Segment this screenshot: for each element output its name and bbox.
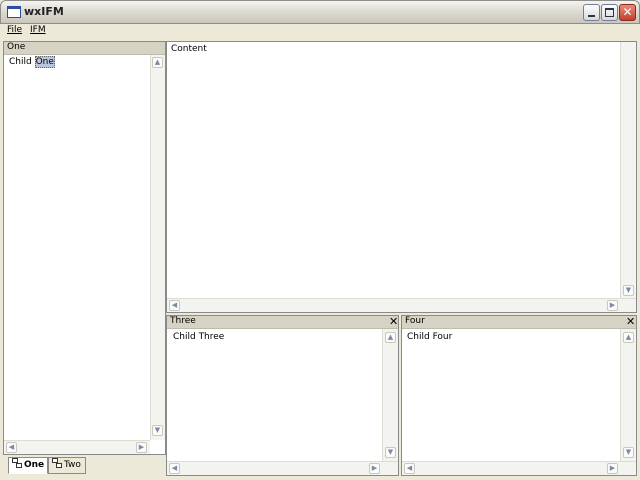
scroll-up-icon[interactable]: ▲ — [623, 332, 634, 343]
scroll-right-icon[interactable]: ▶ — [369, 463, 380, 474]
maximize-icon — [605, 8, 614, 17]
pane-one: One Child One ▲ ▼ ◀ ▶ — [3, 41, 166, 455]
close-icon[interactable]: ✕ — [389, 316, 398, 327]
menu-ifm[interactable]: IFM — [30, 25, 46, 35]
scroll-right-icon[interactable]: ▶ — [607, 300, 618, 311]
pane-content: Content ▼ ◀ ▶ — [166, 41, 637, 313]
content-hscrollbar[interactable]: ◀ ▶ — [167, 298, 636, 312]
tree-item-prefix: Child — [9, 57, 35, 67]
pane-three-hscrollbar[interactable]: ◀ ▶ — [167, 461, 398, 475]
window-title: wxIFM — [24, 5, 64, 18]
close-button[interactable]: ✕ — [619, 4, 636, 21]
content-label: Content — [171, 44, 207, 54]
pane-three: Three ✕ Child Three ▲ ▼ ◀ ▶ — [166, 315, 399, 476]
tab-two-label: Two — [64, 460, 81, 470]
app-window-icon — [7, 6, 21, 18]
tree-item-child-three[interactable]: Child Three — [173, 332, 224, 342]
tab-two[interactable]: Two — [48, 457, 86, 474]
scroll-down-icon[interactable]: ▼ — [623, 285, 634, 296]
scroll-left-icon[interactable]: ◀ — [169, 463, 180, 474]
tab-one-label: One — [24, 460, 45, 470]
title-bar[interactable]: wxIFM ✕ — [0, 0, 640, 24]
scroll-left-icon[interactable]: ◀ — [169, 300, 180, 311]
scroll-up-icon[interactable]: ▲ — [152, 57, 163, 68]
pane-three-caption[interactable]: Three ✕ — [167, 316, 398, 329]
scroll-down-icon[interactable]: ▼ — [623, 447, 634, 458]
scroll-down-icon[interactable]: ▼ — [152, 425, 163, 436]
tab-one[interactable]: One — [8, 457, 48, 474]
menu-bar: File IFM — [1, 24, 639, 39]
scroll-left-icon[interactable]: ◀ — [404, 463, 415, 474]
menu-file-label: File — [7, 25, 23, 35]
pane-four-vscrollbar[interactable]: ▲ ▼ — [620, 329, 636, 461]
maximize-button[interactable] — [601, 4, 618, 21]
scroll-left-icon[interactable]: ◀ — [6, 442, 17, 453]
scroll-right-icon[interactable]: ▶ — [136, 442, 147, 453]
content-vscrollbar[interactable]: ▼ — [620, 42, 636, 298]
close-icon: ✕ — [622, 5, 633, 19]
minimize-button[interactable] — [583, 4, 600, 21]
minimize-icon — [588, 15, 595, 17]
menu-file[interactable]: File — [7, 25, 22, 35]
tree-icon — [12, 458, 22, 468]
tree-item-child-one[interactable]: Child One — [9, 56, 55, 68]
menu-ifm-label: IFM — [30, 25, 46, 35]
pane-three-title: Three — [170, 316, 196, 326]
tree-item-child-four[interactable]: Child Four — [407, 332, 452, 342]
scroll-up-icon[interactable]: ▲ — [385, 332, 396, 343]
pane-four-hscrollbar[interactable]: ◀ ▶ — [402, 461, 636, 475]
scroll-right-icon[interactable]: ▶ — [607, 463, 618, 474]
scroll-down-icon[interactable]: ▼ — [385, 447, 396, 458]
pane-one-caption[interactable]: One — [4, 42, 165, 55]
pane-one-hscrollbar[interactable]: ◀ ▶ — [4, 440, 150, 454]
pane-one-vscrollbar[interactable]: ▲ ▼ — [150, 55, 165, 440]
close-icon[interactable]: ✕ — [626, 316, 635, 327]
tree-icon — [52, 458, 62, 468]
tree-item-selected: One — [34, 56, 55, 68]
pane-four-title: Four — [405, 316, 425, 326]
pane-four: Four ✕ Child Four ▲ ▼ ◀ ▶ — [401, 315, 637, 476]
pane-four-caption[interactable]: Four ✕ — [402, 316, 636, 329]
pane-three-vscrollbar[interactable]: ▲ ▼ — [382, 329, 398, 461]
